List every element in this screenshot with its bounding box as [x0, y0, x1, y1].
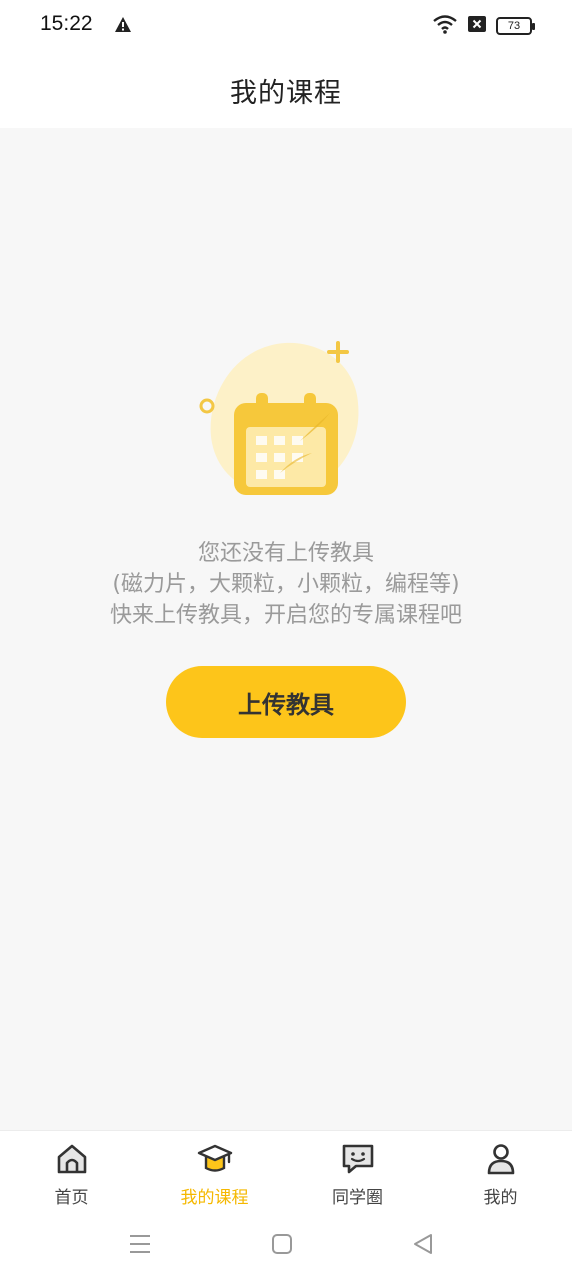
calendar-icon: [199, 341, 359, 495]
chat-bubble-icon: [342, 1144, 373, 1174]
tab-home[interactable]: 首页: [0, 1131, 143, 1214]
battery-level: 73: [507, 20, 521, 32]
system-nav-bar: [0, 1214, 572, 1280]
home-icon: [57, 1144, 86, 1174]
warning-icon: [114, 16, 132, 37]
wifi-icon: [432, 14, 458, 38]
page-title: 我的课程: [230, 77, 342, 109]
upload-teaching-aids-button[interactable]: 上传教具: [166, 666, 406, 738]
empty-line-2: (磁力片，大颗粒，小颗粒，编程等): [112, 572, 460, 597]
tab-my-courses[interactable]: 我的课程: [143, 1131, 286, 1214]
menu-icon[interactable]: [128, 1232, 152, 1256]
battery-icon: 73: [496, 17, 535, 35]
empty-line-1: 您还没有上传教具: [197, 541, 374, 566]
empty-state: 您还没有上传教具 (磁力片，大颗粒，小颗粒，编程等) 快来上传教具，开启您的专属…: [0, 128, 572, 1130]
tab-profile[interactable]: 我的: [429, 1131, 572, 1214]
tab-classmates[interactable]: 同学圈: [286, 1131, 429, 1214]
status-time: 15:22: [40, 12, 93, 35]
empty-line-3: 快来上传教具，开启您的专属课程吧: [109, 603, 462, 628]
tab-bar: 首页 我的课程 同学圈 我的: [0, 1130, 572, 1214]
person-icon: [487, 1144, 514, 1175]
empty-message: 您还没有上传教具 (磁力片，大颗粒，小颗粒，编程等) 快来上传教具，开启您的专属…: [0, 538, 572, 631]
app-header: 我的课程: [0, 52, 572, 128]
status-icons: 73: [432, 14, 535, 38]
tab-classmates-label: 同学圈: [332, 1188, 383, 1208]
tab-home-label: 首页: [54, 1188, 89, 1208]
graduation-cap-icon: [197, 1144, 232, 1172]
no-sim-icon: [468, 15, 486, 37]
status-bar: 15:22 73: [0, 0, 572, 52]
tab-profile-label: 我的: [483, 1188, 518, 1208]
tab-my-courses-label: 我的课程: [180, 1188, 249, 1208]
back-triangle-icon[interactable]: [412, 1232, 434, 1256]
home-square-icon[interactable]: [271, 1232, 293, 1256]
